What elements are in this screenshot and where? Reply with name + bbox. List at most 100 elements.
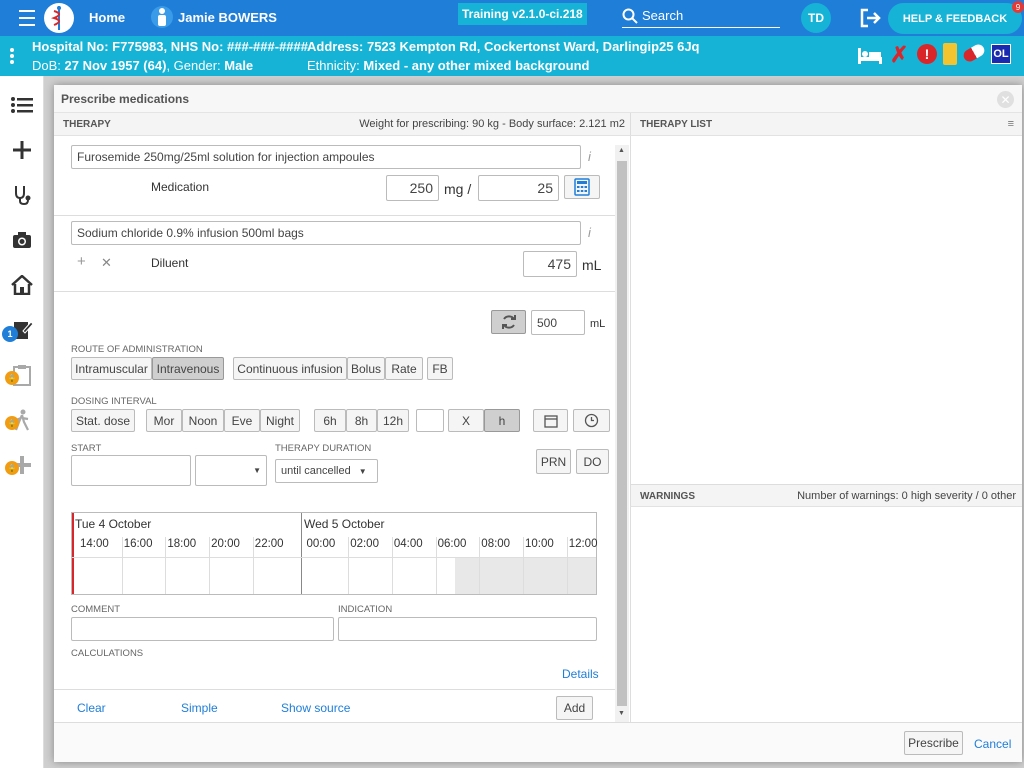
- clock-history-icon: [584, 413, 599, 428]
- route-intramuscular-button[interactable]: Intramuscular: [71, 357, 152, 380]
- add-button[interactable]: Add: [556, 696, 593, 720]
- therapy-scrollbar[interactable]: ▲ ▼: [615, 145, 629, 722]
- therapy-duration-label: THERAPY DURATION: [275, 443, 372, 454]
- start-label: START: [71, 443, 102, 454]
- diluent-name-input[interactable]: Sodium chloride 0.9% infusion 500ml bags: [71, 221, 581, 245]
- interval-12h-button[interactable]: 12h: [377, 409, 409, 432]
- calendar-icon: [543, 414, 558, 428]
- diluent-volume-input[interactable]: 475: [523, 251, 577, 277]
- medication-bottle-icon[interactable]: [943, 43, 957, 65]
- scroll-thumb[interactable]: [617, 161, 627, 706]
- ol-badge[interactable]: OL: [991, 44, 1011, 64]
- alert-icon[interactable]: !: [917, 44, 937, 64]
- start-time-select[interactable]: ▼: [195, 455, 267, 486]
- night-button[interactable]: Night: [260, 409, 300, 432]
- timeline-gridline: [121, 537, 123, 594]
- menu-lines-icon[interactable]: ≡: [1008, 118, 1014, 130]
- indication-label: INDICATION: [338, 604, 393, 615]
- camera-icon[interactable]: [8, 226, 36, 254]
- bolus-button[interactable]: Bolus: [347, 357, 385, 380]
- user-name[interactable]: Jamie BOWERS: [178, 10, 277, 25]
- close-icon[interactable]: ✕: [997, 91, 1014, 108]
- medication-ml-input[interactable]: 25: [478, 175, 559, 201]
- scroll-up-arrow[interactable]: ▲: [618, 147, 625, 154]
- total-volume-unit: mL: [590, 318, 606, 330]
- cancel-link[interactable]: Cancel: [974, 737, 1011, 751]
- evening-button[interactable]: Eve: [224, 409, 260, 432]
- home-link[interactable]: Home: [89, 10, 125, 25]
- divider: [54, 689, 615, 690]
- user-avatar[interactable]: TD: [801, 3, 831, 33]
- timeline-hour-label: 12:00: [568, 538, 598, 550]
- medication-mg-input[interactable]: 250: [386, 175, 439, 201]
- bed-icon[interactable]: [857, 45, 883, 65]
- rate-button[interactable]: Rate: [385, 357, 423, 380]
- times-per-button[interactable]: X: [448, 409, 484, 432]
- timeline-gridline: [523, 537, 524, 594]
- morning-button[interactable]: Mor: [146, 409, 182, 432]
- therapy-list-area: [630, 136, 1022, 484]
- add-diluent-icon[interactable]: +: [77, 253, 86, 270]
- noon-button[interactable]: Noon: [182, 409, 224, 432]
- comment-input[interactable]: [71, 617, 334, 641]
- timeline-past-block: [455, 557, 596, 594]
- continuous-infusion-button[interactable]: Continuous infusion: [233, 357, 347, 380]
- dialog-header: Prescribe medications ✕: [54, 85, 1022, 113]
- stethoscope-icon[interactable]: [8, 181, 36, 209]
- timeline-hour-label: 04:00: [393, 538, 423, 550]
- home-icon[interactable]: [8, 271, 36, 299]
- therapy-duration-select[interactable]: until cancelled ▼: [275, 459, 378, 483]
- diluent-unit-label: mL: [582, 257, 602, 273]
- total-volume-input[interactable]: 500: [531, 310, 585, 335]
- recalculate-button[interactable]: [491, 310, 526, 334]
- remove-diluent-icon[interactable]: ✕: [101, 255, 112, 271]
- divider: [54, 215, 615, 216]
- hours-button[interactable]: h: [484, 409, 520, 432]
- medication-name-input[interactable]: Furosemide 250mg/25ml solution for injec…: [71, 145, 581, 169]
- timeline-hour-label: 20:00: [211, 538, 240, 550]
- stat-dose-button[interactable]: Stat. dose: [71, 409, 135, 432]
- search-box[interactable]: Search: [622, 4, 780, 28]
- info-icon[interactable]: i: [588, 225, 591, 240]
- allergy-x-icon[interactable]: ✗: [890, 44, 908, 66]
- fb-button[interactable]: FB: [427, 357, 453, 380]
- interval-6h-button[interactable]: 6h: [314, 409, 346, 432]
- show-source-link[interactable]: Show source: [281, 701, 350, 715]
- timeline-row-divider: [72, 557, 596, 558]
- interval-custom-input[interactable]: [416, 409, 444, 432]
- timeline-hour-label: 02:00: [350, 538, 379, 550]
- therapy-duration-value: until cancelled: [281, 465, 351, 477]
- list-icon[interactable]: [8, 91, 36, 119]
- start-date-input[interactable]: [71, 455, 191, 486]
- timeline-gridline: [435, 537, 437, 594]
- add-icon[interactable]: [8, 136, 36, 164]
- info-icon[interactable]: i: [588, 149, 591, 164]
- app-logo[interactable]: [44, 3, 74, 33]
- timeline[interactable]: Tue 4 October Wed 5 October 14:00 16:00 18…: [71, 512, 597, 595]
- simple-link[interactable]: Simple: [181, 701, 218, 715]
- scroll-down-arrow[interactable]: ▼: [618, 710, 625, 717]
- details-link[interactable]: Details: [562, 667, 599, 681]
- prescribe-button[interactable]: Prescribe: [904, 731, 963, 755]
- interval-8h-button[interactable]: 8h: [346, 409, 377, 432]
- diluent-label: Diluent: [151, 256, 189, 270]
- pill-icon[interactable]: [961, 42, 987, 64]
- indication-input[interactable]: [338, 617, 597, 641]
- help-feedback-button[interactable]: HELP & FEEDBACK: [888, 3, 1022, 34]
- do-button[interactable]: DO: [576, 449, 609, 474]
- calendar-button[interactable]: [533, 409, 568, 432]
- therapy-list-header: THERAPY LIST ≡: [630, 113, 1022, 136]
- route-intravenous-button[interactable]: Intravenous: [152, 357, 224, 380]
- timeline-hour-label: 16:00: [123, 538, 153, 550]
- version-badge: Training v2.1.0-ci.218: [458, 3, 587, 25]
- help-label: HELP & FEEDBACK: [902, 12, 1008, 25]
- prn-button[interactable]: PRN: [536, 449, 571, 474]
- schedule-button[interactable]: [573, 409, 610, 432]
- sidebar-count-badge: 1: [2, 326, 18, 342]
- menu-icon[interactable]: [16, 10, 38, 26]
- logout-icon[interactable]: [860, 8, 882, 28]
- clear-link[interactable]: Clear: [77, 701, 106, 715]
- more-options-icon[interactable]: [10, 48, 14, 64]
- calculator-button[interactable]: [564, 175, 600, 199]
- mg-unit-label: mg /: [444, 181, 472, 197]
